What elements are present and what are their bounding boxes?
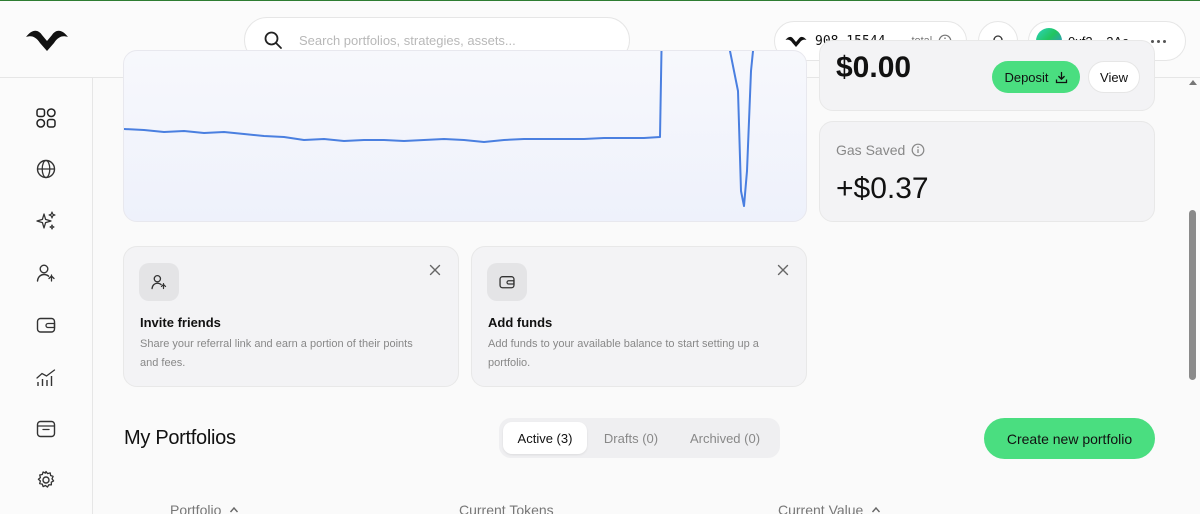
column-label: Portfolio <box>170 502 222 514</box>
gas-saved-card: Gas Saved +$0.37 <box>819 121 1155 222</box>
sidebar-item-analytics[interactable] <box>34 366 58 390</box>
column-header-tokens[interactable]: Current Tokens <box>459 502 554 514</box>
create-portfolio-button[interactable]: Create new portfolio <box>984 418 1155 459</box>
portfolio-chart-line <box>124 51 755 207</box>
info-icon[interactable] <box>911 143 925 157</box>
close-icon[interactable] <box>776 263 790 277</box>
gear-icon <box>37 470 55 488</box>
invite-title: Invite friends <box>140 315 221 330</box>
view-button[interactable]: View <box>1088 61 1140 93</box>
invite-icon-tile <box>139 263 179 301</box>
tab-drafts[interactable]: Drafts (0) <box>587 422 675 454</box>
add-funds-card[interactable]: Add funds Add funds to your available ba… <box>471 246 807 387</box>
search-input[interactable] <box>299 32 599 48</box>
sidebar-item-explore[interactable] <box>34 157 58 181</box>
more-icon[interactable] <box>1150 39 1166 43</box>
archive-icon <box>36 420 56 438</box>
scroll-up-arrow[interactable] <box>1189 80 1197 85</box>
sidebar-item-settings[interactable] <box>34 468 58 492</box>
scrollbar[interactable] <box>1188 78 1198 514</box>
sidebar <box>0 78 93 514</box>
balance-value: $0.00 <box>836 51 912 84</box>
user-add-icon <box>36 264 55 282</box>
sidebar-item-referrals[interactable] <box>34 261 58 285</box>
user-add-icon <box>151 274 167 290</box>
funds-description: Add funds to your available balance to s… <box>488 338 759 369</box>
grid-icon <box>36 108 56 128</box>
section-title: My Portfolios <box>124 427 236 449</box>
column-label: Current Tokens <box>459 502 554 514</box>
sidebar-item-wallet[interactable] <box>34 313 58 337</box>
deposit-label: Deposit <box>1004 69 1049 85</box>
chart-icon <box>36 369 56 386</box>
invite-friends-card[interactable]: Invite friends Share your referral link … <box>123 246 459 387</box>
token-logo-icon <box>785 36 807 47</box>
sparkles-icon <box>36 211 56 230</box>
sort-icon <box>230 506 239 513</box>
gas-saved-label-row: Gas Saved <box>836 142 925 158</box>
sidebar-item-strategies[interactable] <box>34 209 58 233</box>
close-icon[interactable] <box>428 263 442 277</box>
search-icon <box>264 31 282 49</box>
portfolio-tabs: Active (3) Drafts (0) Archived (0) <box>499 418 780 458</box>
column-header-portfolio[interactable]: Portfolio <box>170 502 239 514</box>
tab-archived[interactable]: Archived (0) <box>675 422 775 454</box>
brand-logo[interactable] <box>26 27 68 51</box>
balance-card: $0.00 Deposit View <box>819 40 1155 111</box>
gas-saved-label: Gas Saved <box>836 142 906 158</box>
gas-saved-value: +$0.37 <box>836 172 929 205</box>
sort-icon <box>872 506 881 513</box>
wallet-icon <box>499 276 515 289</box>
globe-icon <box>36 159 56 179</box>
column-header-value[interactable]: Current Value <box>778 502 881 514</box>
column-label: Current Value <box>778 502 864 514</box>
invite-description: Share your referral link and earn a port… <box>140 338 413 369</box>
portfolio-chart <box>123 50 807 222</box>
wallet-icon <box>36 317 56 333</box>
funds-icon-tile <box>487 263 527 301</box>
sidebar-item-dashboard[interactable] <box>34 106 58 130</box>
sidebar-item-archive[interactable] <box>34 417 58 441</box>
funds-title: Add funds <box>488 315 553 330</box>
deposit-button[interactable]: Deposit <box>992 61 1080 93</box>
scrollbar-thumb[interactable] <box>1189 210 1196 380</box>
tab-active[interactable]: Active (3) <box>503 422 587 454</box>
download-icon <box>1055 71 1067 83</box>
